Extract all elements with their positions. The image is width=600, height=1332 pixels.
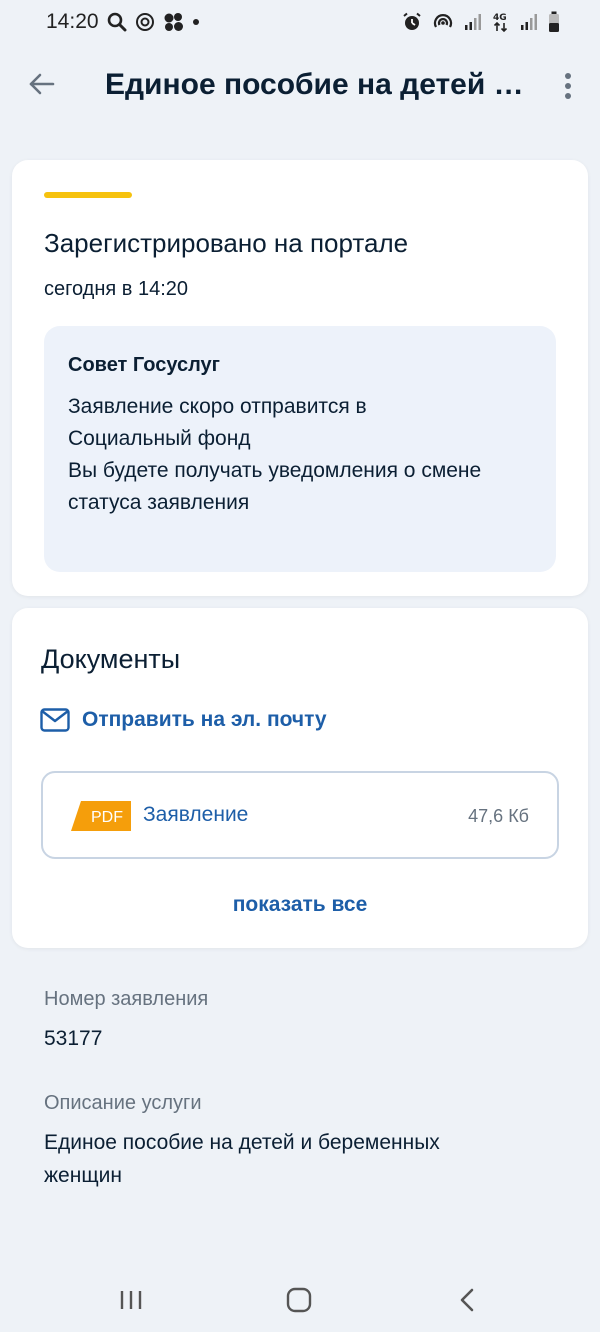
application-number-value: 53177 xyxy=(44,1027,103,1050)
alarm-icon xyxy=(402,12,422,32)
file-name: Заявление xyxy=(143,803,249,826)
application-number-label: Номер заявления xyxy=(44,988,209,1010)
home-icon xyxy=(286,1287,312,1313)
service-description-label: Описание услуги xyxy=(44,1092,202,1114)
service-description-line: Единое пособие на детей и беременных xyxy=(44,1131,440,1154)
file-item[interactable]: PDF Заявление 47,6 Кб xyxy=(41,771,559,859)
back-button[interactable] xyxy=(22,64,62,104)
pdf-badge-label: PDF xyxy=(91,809,123,826)
home-button[interactable] xyxy=(275,1280,323,1320)
system-nav-bar xyxy=(0,1268,600,1332)
documents-card: Документы Отправить на эл. почту PDF Зая… xyxy=(12,608,588,948)
page-title: Единое пособие на детей и беременных жен… xyxy=(105,68,525,101)
more-menu-button[interactable] xyxy=(552,66,584,106)
advice-line: Вы будете получать уведомления о смене xyxy=(68,459,482,482)
svg-text:4G: 4G xyxy=(493,13,507,23)
hotspot-icon xyxy=(432,12,454,32)
recent-apps-button[interactable] xyxy=(107,1280,155,1320)
advice-line: Социальный фонд xyxy=(68,427,251,450)
advice-box: Совет Госуслуг Заявление скоро отправитс… xyxy=(44,326,556,572)
arrow-left-icon xyxy=(29,73,55,95)
signal-icon xyxy=(464,13,482,31)
pdf-file-icon: PDF xyxy=(71,801,131,831)
search-icon xyxy=(107,12,127,32)
status-left: 14:20 xyxy=(46,10,199,34)
file-size: 47,6 Кб xyxy=(468,806,529,826)
advice-title: Совет Госуслуг xyxy=(68,354,220,376)
status-right: 4G xyxy=(402,11,560,33)
application-status-card: Зарегистрировано на портале сегодня в 14… xyxy=(12,160,588,596)
cluster-icon xyxy=(163,12,185,32)
battery-icon xyxy=(548,11,560,33)
envelope-icon xyxy=(40,708,70,732)
send-email-link[interactable]: Отправить на эл. почту xyxy=(40,708,327,732)
status-accent-bar xyxy=(44,192,132,198)
status-time: 14:20 xyxy=(46,10,99,33)
advice-line: статуса заявления xyxy=(68,491,250,514)
status-title: Зарегистрировано на портале xyxy=(44,228,409,258)
target-icon xyxy=(135,12,155,32)
send-email-label: Отправить на эл. почту xyxy=(82,708,327,731)
dot-icon xyxy=(192,19,199,25)
advice-line: Заявление скоро отправится в xyxy=(68,395,367,418)
service-description-line: женщин xyxy=(44,1164,122,1187)
back-icon xyxy=(460,1288,474,1312)
network-4g-icon: 4G xyxy=(492,11,510,33)
signal-icon xyxy=(520,13,538,31)
documents-title: Документы xyxy=(41,644,181,674)
recent-apps-icon xyxy=(120,1291,142,1309)
app-bar: Единое пособие на детей и беременных жен… xyxy=(0,52,600,122)
show-all-link[interactable]: показать все xyxy=(12,893,588,917)
status-bar: 14:20 4G xyxy=(0,0,600,44)
more-vertical-icon xyxy=(565,73,571,99)
system-back-button[interactable] xyxy=(443,1280,491,1320)
status-time: сегодня в 14:20 xyxy=(44,278,188,300)
